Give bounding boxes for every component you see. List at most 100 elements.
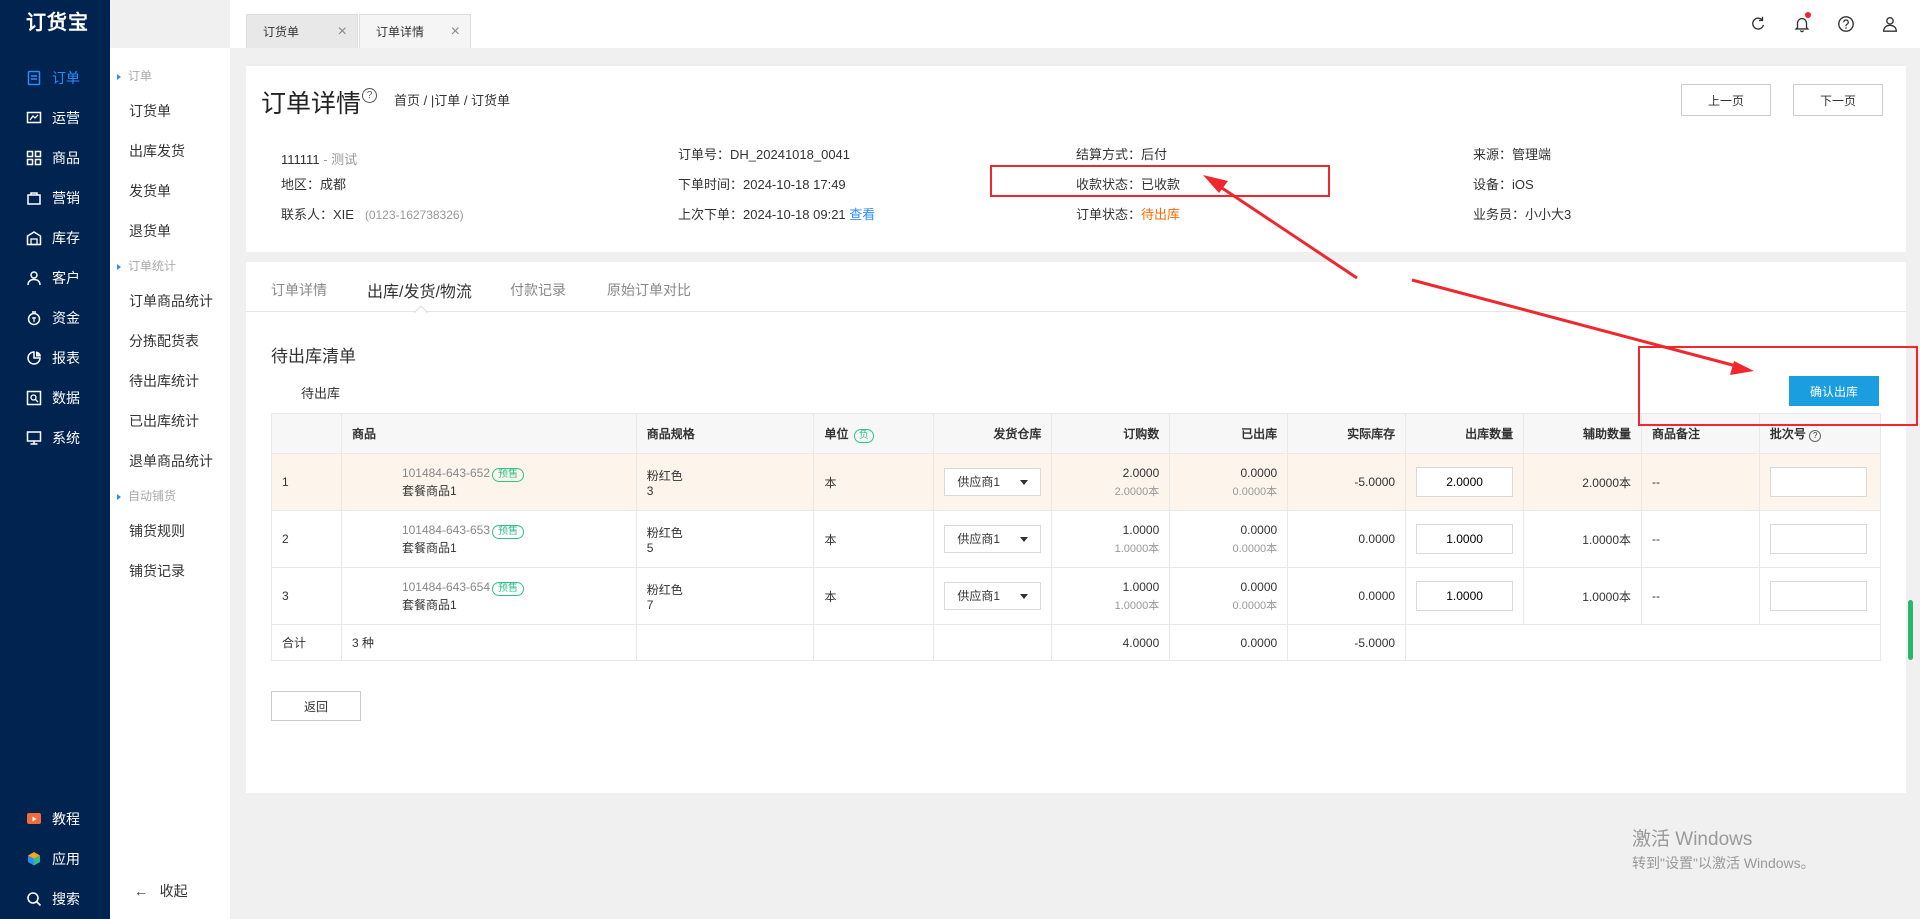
nav-label: 库存 <box>52 230 80 246</box>
sub-item-pending-stats[interactable]: 待出库统计 <box>110 361 230 401</box>
nav-label: 系统 <box>52 430 80 446</box>
nav-item-report[interactable]: 报表 <box>0 338 110 378</box>
bell-icon[interactable] <box>1792 12 1812 34</box>
out-qty-input[interactable] <box>1416 524 1514 554</box>
warehouse-select[interactable]: 供应商1 <box>944 582 1042 610</box>
nav-label: 运营 <box>52 110 80 126</box>
data-icon <box>26 390 42 406</box>
sub-item-return[interactable]: 退货单 <box>110 211 230 251</box>
summary-empty <box>1405 624 1881 661</box>
account-icon[interactable] <box>1880 14 1900 34</box>
summary-empty <box>933 624 1053 661</box>
sub-item-picking[interactable]: 分拣配货表 <box>110 321 230 361</box>
sub-item-order-product-stats[interactable]: 订单商品统计 <box>110 281 230 321</box>
help-icon[interactable] <box>1836 14 1856 34</box>
contact-value: XIE <box>333 207 354 222</box>
unit-tag: 负 <box>853 428 874 443</box>
warehouse-select[interactable]: 供应商1 <box>944 525 1042 553</box>
tab-order-detail[interactable]: 订单详情 × <box>359 14 471 48</box>
batch-cell <box>1758 567 1882 625</box>
spec-size: 5 <box>646 540 654 555</box>
nav-label: 客户 <box>52 270 80 286</box>
product-cell: 101484-643-652 预售 套餐商品1 <box>340 453 637 511</box>
aux-qty-cell: 2.0000本 <box>1523 453 1643 511</box>
sub-item-outbound[interactable]: 出库发货 <box>110 131 230 171</box>
scrollbar[interactable] <box>1908 600 1913 660</box>
prev-page-button[interactable]: 上一页 <box>1681 84 1771 116</box>
tab-order-list[interactable]: 订货单 × <box>246 14 358 48</box>
close-icon[interactable]: × <box>451 15 460 49</box>
batch-input[interactable] <box>1769 467 1867 497</box>
settle-row: 结算方式：后付 <box>1076 144 1167 163</box>
back-button[interactable]: 返回 <box>271 691 361 721</box>
product-code[interactable]: 101484-643-654 <box>402 580 490 594</box>
out-qty-input[interactable] <box>1416 467 1514 497</box>
batch-input[interactable] <box>1769 581 1867 611</box>
sub-nav: 订单 订货单 出库发货 发货单 退货单 订单统计 订单商品统计 分拣配货表 待出… <box>110 48 230 919</box>
out-qty-cell <box>1405 453 1525 511</box>
tab-outbound-logistics[interactable]: 出库/发货/物流 <box>367 278 472 302</box>
sub-item-shipped-stats[interactable]: 已出库统计 <box>110 401 230 441</box>
shipped-value: 0.0000 <box>1240 465 1278 480</box>
nav-item-stock[interactable]: 库存 <box>0 218 110 258</box>
nav-item-tutorial[interactable]: 教程 <box>0 799 110 839</box>
sub-item-rules[interactable]: 铺货规则 <box>110 511 230 551</box>
nav-item-data[interactable]: 数据 <box>0 378 110 418</box>
help-icon[interactable]: ? <box>362 88 377 103</box>
section-sub-label: 待出库 <box>301 386 341 401</box>
spec-cell: 粉红色 3 <box>635 453 815 511</box>
out-qty-cell <box>1405 510 1525 568</box>
sub-item-order-list[interactable]: 订货单 <box>110 91 230 131</box>
help-icon[interactable]: ? <box>1809 430 1822 442</box>
collapse-label: 收起 <box>159 883 188 899</box>
batch-input[interactable] <box>1769 524 1867 554</box>
summary-label: 合计 <box>271 624 342 661</box>
collapse-button[interactable]: ← 收起 <box>134 881 188 901</box>
search-icon <box>26 891 42 907</box>
remark-cell: -- <box>1641 567 1760 625</box>
ordered-value: 2.0000 <box>1122 465 1160 480</box>
nav-label: 资金 <box>52 310 80 326</box>
nav-item-product[interactable]: 商品 <box>0 138 110 178</box>
sub-item-records[interactable]: 铺货记录 <box>110 551 230 591</box>
nav-item-search[interactable]: 搜索 <box>0 879 110 919</box>
region-row: 地区：成都 <box>281 174 346 193</box>
nav-item-operation[interactable]: 运营 <box>0 98 110 138</box>
order-status-label: 订单状态： <box>1076 207 1142 222</box>
nav-item-order[interactable]: 订单 <box>0 58 110 98</box>
product-code[interactable]: 101484-643-653 <box>402 523 490 537</box>
customer-note: - 测试 <box>323 152 358 167</box>
nav-item-system[interactable]: 系统 <box>0 418 110 458</box>
warehouse-select[interactable]: 供应商1 <box>944 468 1042 496</box>
shipped-cell: 0.0000 0.0000本 <box>1169 567 1289 625</box>
out-qty-input[interactable] <box>1416 581 1514 611</box>
monitor-icon <box>26 430 42 446</box>
sub-item-return-stats[interactable]: 退单商品统计 <box>110 441 230 481</box>
remark-cell: -- <box>1641 453 1760 511</box>
detail-tabs: 订单详情 出库/发货/物流 付款记录 原始订单对比 <box>246 262 1906 313</box>
next-page-button[interactable]: 下一页 <box>1793 84 1883 116</box>
nav-bottom: 教程 应用 搜索 <box>0 799 110 919</box>
unit-cell: 本 <box>813 453 935 511</box>
view-link[interactable]: 查看 <box>849 207 875 222</box>
col-unit: 单位 负 <box>813 413 935 454</box>
tab-order-detail-info[interactable]: 订单详情 <box>271 280 327 300</box>
close-icon[interactable]: × <box>338 15 347 49</box>
product-code[interactable]: 101484-643-652 <box>402 466 490 480</box>
ordered-cell: 1.0000 1.0000本 <box>1051 510 1171 568</box>
sub-item-delivery[interactable]: 发货单 <box>110 171 230 211</box>
tab-payment-records[interactable]: 付款记录 <box>510 280 566 300</box>
refresh-icon[interactable] <box>1748 14 1768 34</box>
source-label: 来源： <box>1473 147 1513 162</box>
nav-item-customer[interactable]: 客户 <box>0 258 110 298</box>
nav-item-funds[interactable]: 资金 <box>0 298 110 338</box>
summary-empty <box>635 624 815 661</box>
nav-label: 报表 <box>52 350 80 366</box>
nav-item-apps[interactable]: 应用 <box>0 839 110 879</box>
nav-item-marketing[interactable]: 营销 <box>0 178 110 218</box>
summary-empty <box>813 624 935 661</box>
unit-cell: 本 <box>813 567 935 625</box>
cube-icon <box>26 851 42 867</box>
tab-original-compare[interactable]: 原始订单对比 <box>607 280 691 300</box>
main-nav: 订货宝 订单 运营 商品 营销 库存 客户 资金 报表 数据 系统 教程 应用 … <box>0 0 110 919</box>
